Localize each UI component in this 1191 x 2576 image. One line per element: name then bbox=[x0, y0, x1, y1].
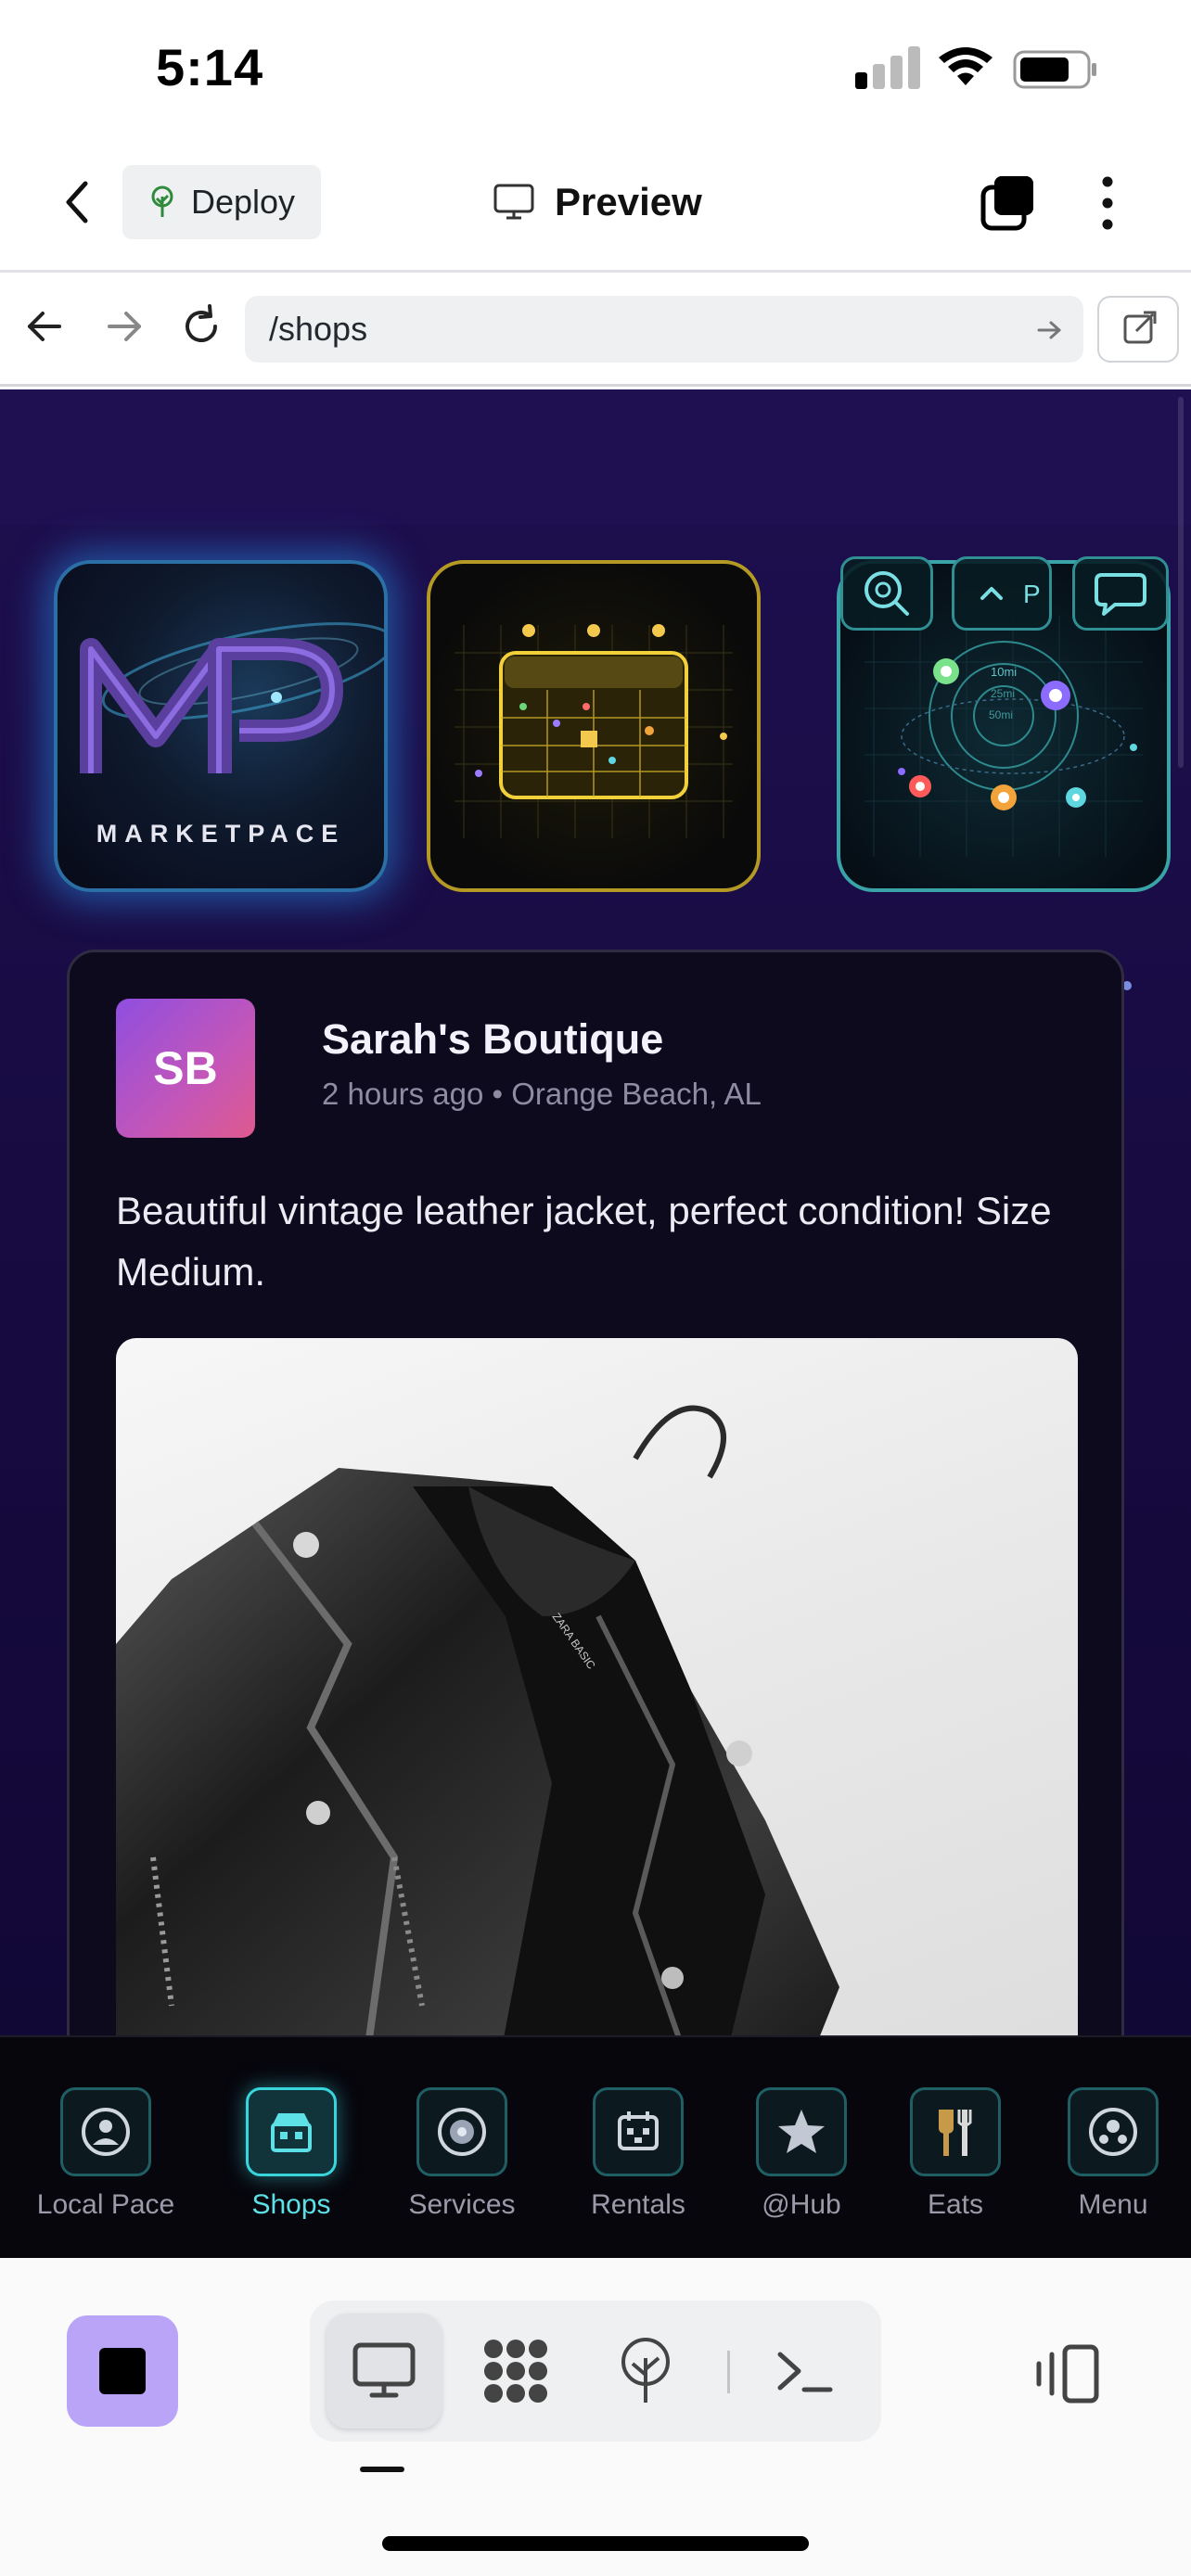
stop-button[interactable] bbox=[67, 2315, 178, 2427]
nav-item-local-pace[interactable]: Local Pace bbox=[22, 2087, 189, 2221]
menu-icon bbox=[1068, 2087, 1159, 2176]
search-location-icon bbox=[864, 571, 909, 616]
nav-label: Services bbox=[408, 2189, 516, 2220]
nav-label: Rentals bbox=[591, 2189, 685, 2220]
viewport-header-band bbox=[0, 389, 1191, 525]
rentals-icon bbox=[593, 2087, 684, 2176]
shops-icon bbox=[246, 2087, 337, 2176]
browser-bar: /shops bbox=[0, 275, 1191, 387]
toolbar-divider bbox=[727, 2351, 730, 2393]
nav-label: Menu bbox=[1078, 2189, 1148, 2220]
radar-ring-label: 50mi bbox=[989, 708, 1013, 721]
console-tool-button[interactable] bbox=[748, 2314, 863, 2429]
preview-title: Preview bbox=[493, 167, 702, 237]
reload-icon[interactable] bbox=[178, 303, 224, 350]
layout-icon[interactable] bbox=[1030, 2341, 1104, 2406]
post-text: Beautiful vintage leather jacket, perfec… bbox=[116, 1189, 1052, 1294]
post-meta: 2 hours ago • Orange Beach, AL bbox=[322, 1077, 762, 1111]
home-indicator[interactable] bbox=[382, 2536, 809, 2551]
scrollbar[interactable] bbox=[1178, 397, 1184, 768]
nav-label: Eats bbox=[927, 2189, 984, 2220]
open-external-button[interactable] bbox=[1097, 296, 1179, 363]
apps-tool-button[interactable] bbox=[458, 2314, 573, 2429]
local-pace-icon bbox=[60, 2087, 151, 2176]
avatar-initials: SB bbox=[153, 1042, 218, 1094]
radar-ring-label: 10mi bbox=[991, 665, 1017, 679]
star-icon bbox=[756, 2087, 847, 2176]
stop-icon bbox=[99, 2348, 146, 2394]
nav-item-shops[interactable]: Shops bbox=[208, 2087, 375, 2221]
url-value: /shops bbox=[269, 310, 368, 348]
fork-knife-icon bbox=[910, 2087, 1001, 2176]
arrow-right-icon[interactable] bbox=[100, 303, 147, 350]
status-bar: 5:14 bbox=[0, 0, 1191, 139]
tree-icon bbox=[151, 185, 173, 217]
post-card[interactable]: SB Sarah's Boutique 2 hours ago • Orange… bbox=[67, 950, 1124, 2035]
tree-icon bbox=[621, 2338, 670, 2403]
chevron-up-icon bbox=[980, 587, 1003, 600]
chat-icon bbox=[1095, 573, 1146, 616]
signal-icon bbox=[855, 45, 920, 89]
services-icon bbox=[416, 2087, 507, 2176]
radar-ring-label: 25mi bbox=[991, 687, 1015, 700]
calendar-tile[interactable] bbox=[427, 560, 761, 892]
editor-toolbar bbox=[0, 2258, 1191, 2576]
nav-item-services[interactable]: Services bbox=[378, 2087, 545, 2221]
deploy-tool-button[interactable] bbox=[588, 2314, 703, 2429]
nav-item-rentals[interactable]: Rentals bbox=[555, 2087, 722, 2221]
more-vertical-icon[interactable] bbox=[1095, 172, 1121, 234]
tabs-icon[interactable] bbox=[978, 172, 1039, 234]
view-switcher bbox=[310, 2301, 881, 2442]
nav-label: Local Pace bbox=[36, 2189, 175, 2220]
nav-item-hub[interactable]: @Hub bbox=[718, 2087, 885, 2221]
app-header: Deploy Preview bbox=[0, 139, 1191, 273]
terminal-icon bbox=[777, 2352, 833, 2392]
monitor-icon bbox=[352, 2342, 416, 2398]
preview-label: Preview bbox=[555, 180, 702, 223]
nav-label: @Hub bbox=[762, 2189, 841, 2220]
monitor-icon bbox=[493, 184, 534, 220]
back-button[interactable] bbox=[54, 174, 100, 230]
arrow-left-icon[interactable] bbox=[22, 303, 69, 350]
preview-tool-button[interactable] bbox=[327, 2314, 442, 2429]
battery-icon bbox=[1013, 50, 1096, 89]
leather-jacket-image: ZARA BASIC bbox=[116, 1405, 839, 2035]
radar-search-button[interactable] bbox=[840, 556, 933, 631]
nav-item-menu[interactable]: Menu bbox=[1030, 2087, 1191, 2221]
deploy-label: Deploy bbox=[191, 183, 296, 221]
avatar[interactable]: SB bbox=[116, 999, 255, 1138]
calendar-icon bbox=[455, 624, 733, 838]
radar-p-button[interactable]: P bbox=[952, 556, 1052, 631]
app-viewport[interactable]: MARKETPACE 10mi 25mi 50mi P SB Sarah's B… bbox=[0, 389, 1191, 2035]
active-tool-indicator bbox=[360, 2467, 404, 2472]
deploy-button[interactable]: Deploy bbox=[122, 165, 321, 239]
radar-chat-button[interactable] bbox=[1072, 556, 1169, 631]
wifi-icon bbox=[939, 47, 992, 85]
url-field[interactable]: /shops bbox=[245, 296, 1083, 363]
apps-icon bbox=[484, 2340, 547, 2403]
marketpace-brand-text: MARKETPACE bbox=[96, 820, 346, 848]
app-bottom-nav: Local Pace Shops Services Rentals @Hub E… bbox=[0, 2035, 1191, 2258]
nav-label: Shops bbox=[251, 2189, 331, 2220]
marketpace-logo-tile[interactable]: MARKETPACE bbox=[54, 560, 388, 892]
radar-tile[interactable]: 10mi 25mi 50mi P bbox=[837, 556, 1171, 892]
radar-p-label: P bbox=[1023, 580, 1041, 608]
status-time: 5:14 bbox=[156, 38, 264, 96]
shop-name[interactable]: Sarah's Boutique bbox=[322, 1015, 663, 1064]
post-photo[interactable]: ZARA BASIC bbox=[116, 1338, 1078, 2035]
nav-item-eats[interactable]: Eats bbox=[872, 2087, 1039, 2221]
external-link-icon bbox=[1123, 311, 1157, 344]
arrow-right-icon[interactable] bbox=[1035, 316, 1063, 344]
